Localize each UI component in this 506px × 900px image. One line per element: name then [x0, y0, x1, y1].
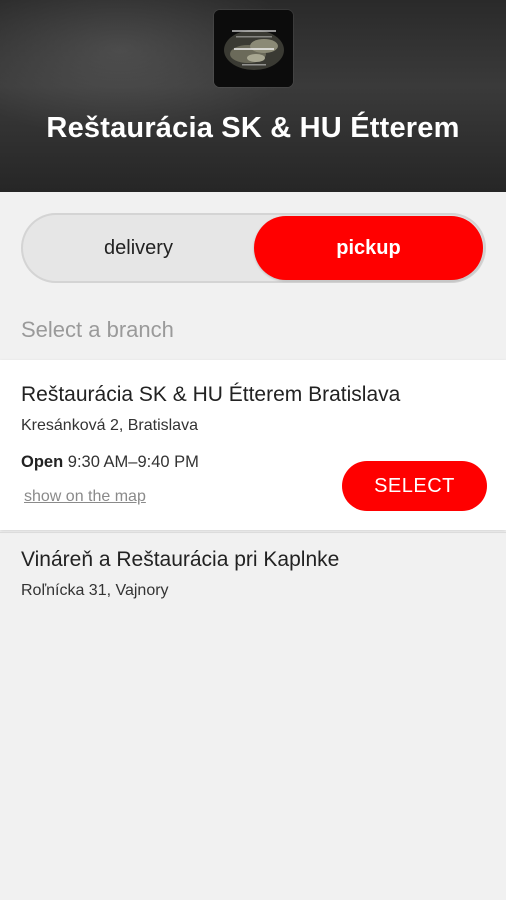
branch-address-2: Roľnícka 31, Vajnory [21, 582, 169, 599]
open-status: Open [21, 453, 64, 471]
toggle-pickup[interactable]: pickup [254, 216, 483, 280]
order-mode-toggle[interactable]: delivery pickup [21, 213, 486, 283]
branch-name-2[interactable]: Vináreň a Reštaurácia pri Kaplnke [21, 548, 339, 572]
toggle-delivery[interactable]: delivery [24, 216, 253, 280]
branch-name: Reštaurácia SK & HU Étterem Bratislava [21, 383, 401, 406]
branch-address: Kresánková 2, Bratislava [21, 417, 198, 434]
branch-hours: Open 9:30 AM–9:40 PM [21, 453, 199, 472]
show-on-map-link[interactable]: show on the map [24, 488, 146, 506]
header: Reštaurácia SK & HU Étterem [0, 0, 506, 192]
logo-image [214, 10, 293, 87]
restaurant-logo [214, 10, 293, 87]
opening-hours: 9:30 AM–9:40 PM [67, 453, 199, 471]
select-branch-button[interactable]: SELECT [342, 461, 487, 511]
restaurant-title: Reštaurácia SK & HU Étterem [46, 112, 460, 144]
section-label: Select a branch [21, 317, 174, 342]
divider [0, 532, 506, 533]
